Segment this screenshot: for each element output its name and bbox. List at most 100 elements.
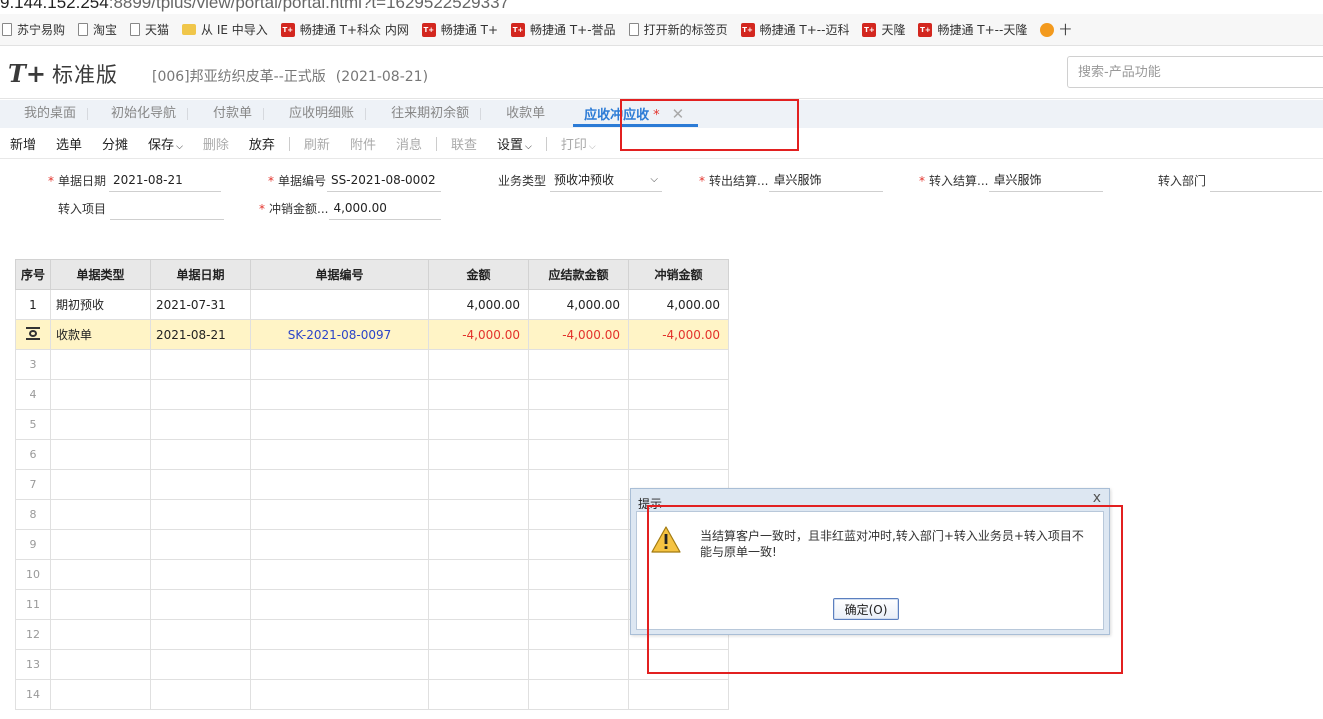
table-row-empty[interactable]: 12 bbox=[15, 619, 729, 650]
print-button[interactable]: 打印 ⌵ bbox=[561, 134, 596, 153]
cell-writeoff-amount[interactable]: 4,000.00 bbox=[628, 289, 729, 320]
empty-cell[interactable] bbox=[428, 529, 529, 560]
empty-cell[interactable] bbox=[150, 439, 251, 470]
empty-cell[interactable] bbox=[428, 469, 529, 500]
bookmark-item[interactable]: T+ 畅捷通 T+科众 内网 bbox=[280, 21, 409, 38]
table-row-empty[interactable]: 8 bbox=[15, 499, 729, 530]
empty-cell[interactable] bbox=[428, 379, 529, 410]
bookmark-item[interactable]: T+ 天隆 bbox=[862, 21, 905, 38]
cell-due-amount[interactable]: 4,000.00 bbox=[528, 289, 629, 320]
empty-cell[interactable] bbox=[528, 619, 629, 650]
empty-cell[interactable] bbox=[528, 679, 629, 710]
empty-cell[interactable] bbox=[150, 529, 251, 560]
tab-item[interactable]: 往来期初余额 bbox=[365, 100, 480, 128]
empty-cell[interactable] bbox=[250, 379, 429, 410]
bookmark-item[interactable]: 打开新的标签页 bbox=[628, 21, 728, 38]
table-row-empty[interactable]: 13 bbox=[15, 649, 729, 680]
refresh-button[interactable]: 刷新 bbox=[304, 134, 330, 153]
empty-cell[interactable] bbox=[250, 349, 429, 380]
empty-cell[interactable] bbox=[50, 679, 151, 710]
empty-cell[interactable] bbox=[528, 469, 629, 500]
bookmark-item[interactable]: T+ 畅捷通 T+--迈科 bbox=[740, 21, 849, 38]
bookmark-item[interactable]: 十 bbox=[1040, 21, 1071, 38]
table-row[interactable]: 1 期初预收 2021-07-31 4,000.00 4,000.00 4,00… bbox=[15, 289, 729, 320]
message-button[interactable]: 消息 bbox=[396, 134, 422, 153]
empty-cell[interactable] bbox=[428, 679, 529, 710]
empty-cell[interactable] bbox=[528, 349, 629, 380]
tab-item[interactable]: 应收明细账 bbox=[263, 100, 365, 128]
empty-cell[interactable] bbox=[150, 379, 251, 410]
bookmark-item[interactable]: 从 IE 中导入 bbox=[182, 21, 268, 38]
col-header-amount[interactable]: 金额 bbox=[428, 259, 529, 290]
empty-cell[interactable] bbox=[50, 529, 151, 560]
tab-item[interactable]: 初始化导航 bbox=[87, 100, 187, 128]
empty-cell[interactable] bbox=[428, 649, 529, 680]
bookmark-item[interactable]: T+ 畅捷通 T+--天隆 bbox=[918, 21, 1027, 38]
empty-cell[interactable] bbox=[250, 589, 429, 620]
empty-cell[interactable] bbox=[428, 349, 529, 380]
allocate-button[interactable]: 分摊 bbox=[102, 134, 128, 153]
empty-cell[interactable] bbox=[428, 559, 529, 590]
empty-cell[interactable] bbox=[50, 469, 151, 500]
cell-doc-type[interactable]: 收款单 bbox=[50, 319, 151, 350]
empty-cell[interactable] bbox=[150, 679, 251, 710]
link-query-button[interactable]: 联查 bbox=[451, 134, 477, 153]
empty-cell[interactable] bbox=[428, 589, 529, 620]
empty-cell[interactable] bbox=[250, 679, 429, 710]
settings-button[interactable]: 设置 ⌵ bbox=[497, 134, 532, 153]
table-row-empty[interactable]: 5 bbox=[15, 409, 729, 440]
empty-cell[interactable] bbox=[250, 469, 429, 500]
col-header-writeoff-amount[interactable]: 冲销金额 bbox=[628, 259, 729, 290]
ok-button[interactable]: 确定(O) bbox=[833, 598, 899, 620]
row-edit-indicator[interactable] bbox=[15, 319, 51, 350]
empty-cell[interactable] bbox=[528, 409, 629, 440]
delete-button[interactable]: 删除 bbox=[203, 134, 229, 153]
empty-cell[interactable] bbox=[50, 409, 151, 440]
table-row-empty[interactable]: 7 bbox=[15, 469, 729, 500]
empty-cell[interactable] bbox=[428, 409, 529, 440]
empty-cell[interactable] bbox=[628, 409, 729, 440]
table-row-empty[interactable]: 3 bbox=[15, 349, 729, 380]
attachment-button[interactable]: 附件 bbox=[350, 134, 376, 153]
cell-doc-date[interactable]: 2021-08-21 bbox=[150, 319, 251, 350]
empty-cell[interactable] bbox=[150, 589, 251, 620]
table-row-empty[interactable]: 10 bbox=[15, 559, 729, 590]
tab-active[interactable]: 应收冲应收 * ✕ bbox=[567, 100, 699, 128]
doc-no-input[interactable]: SS-2021-08-0002 bbox=[327, 170, 442, 192]
close-icon[interactable]: ✕ bbox=[672, 105, 685, 123]
empty-cell[interactable] bbox=[428, 499, 529, 530]
close-icon[interactable]: x bbox=[1093, 490, 1101, 506]
empty-cell[interactable] bbox=[428, 619, 529, 650]
empty-cell[interactable] bbox=[50, 349, 151, 380]
empty-cell[interactable] bbox=[250, 499, 429, 530]
empty-cell[interactable] bbox=[150, 499, 251, 530]
empty-cell[interactable] bbox=[628, 439, 729, 470]
empty-cell[interactable] bbox=[50, 559, 151, 590]
empty-cell[interactable] bbox=[628, 679, 729, 710]
biz-type-select[interactable]: 预收冲预收 ⌵ bbox=[550, 170, 663, 192]
col-header-due-amount[interactable]: 应结款金额 bbox=[528, 259, 629, 290]
table-row-empty[interactable]: 14 bbox=[15, 679, 729, 710]
empty-cell[interactable] bbox=[150, 349, 251, 380]
empty-cell[interactable] bbox=[150, 619, 251, 650]
bookmark-item[interactable]: 苏宁易购 bbox=[2, 21, 65, 38]
address-bar[interactable]: 9.144.152.254:8899/tplus/view/portal/por… bbox=[0, 0, 1323, 14]
col-header-doc-no[interactable]: 单据编号 bbox=[250, 259, 429, 290]
empty-cell[interactable] bbox=[250, 439, 429, 470]
in-dept-input[interactable] bbox=[1210, 170, 1323, 192]
tab-item[interactable]: 收款单 bbox=[480, 100, 559, 128]
cell-doc-no-link[interactable]: SK-2021-08-0097 bbox=[250, 319, 429, 350]
doc-date-input[interactable]: 2021-08-21 bbox=[109, 170, 222, 192]
cell-doc-no[interactable] bbox=[250, 289, 429, 320]
empty-cell[interactable] bbox=[250, 559, 429, 590]
empty-cell[interactable] bbox=[150, 649, 251, 680]
in-settle-input[interactable]: 卓兴服饰 bbox=[989, 170, 1104, 192]
cell-doc-date[interactable]: 2021-07-31 bbox=[150, 289, 251, 320]
cell-amount[interactable]: 4,000.00 bbox=[428, 289, 529, 320]
table-row-selected[interactable]: 收款单 2021-08-21 SK-2021-08-0097 -4,000.00… bbox=[15, 319, 729, 350]
empty-cell[interactable] bbox=[528, 379, 629, 410]
out-settle-input[interactable]: 卓兴服饰 bbox=[769, 170, 884, 192]
empty-cell[interactable] bbox=[528, 499, 629, 530]
select-button[interactable]: 选单 bbox=[56, 134, 82, 153]
bookmark-item[interactable]: T+ 畅捷通 T+-誉品 bbox=[511, 21, 616, 38]
